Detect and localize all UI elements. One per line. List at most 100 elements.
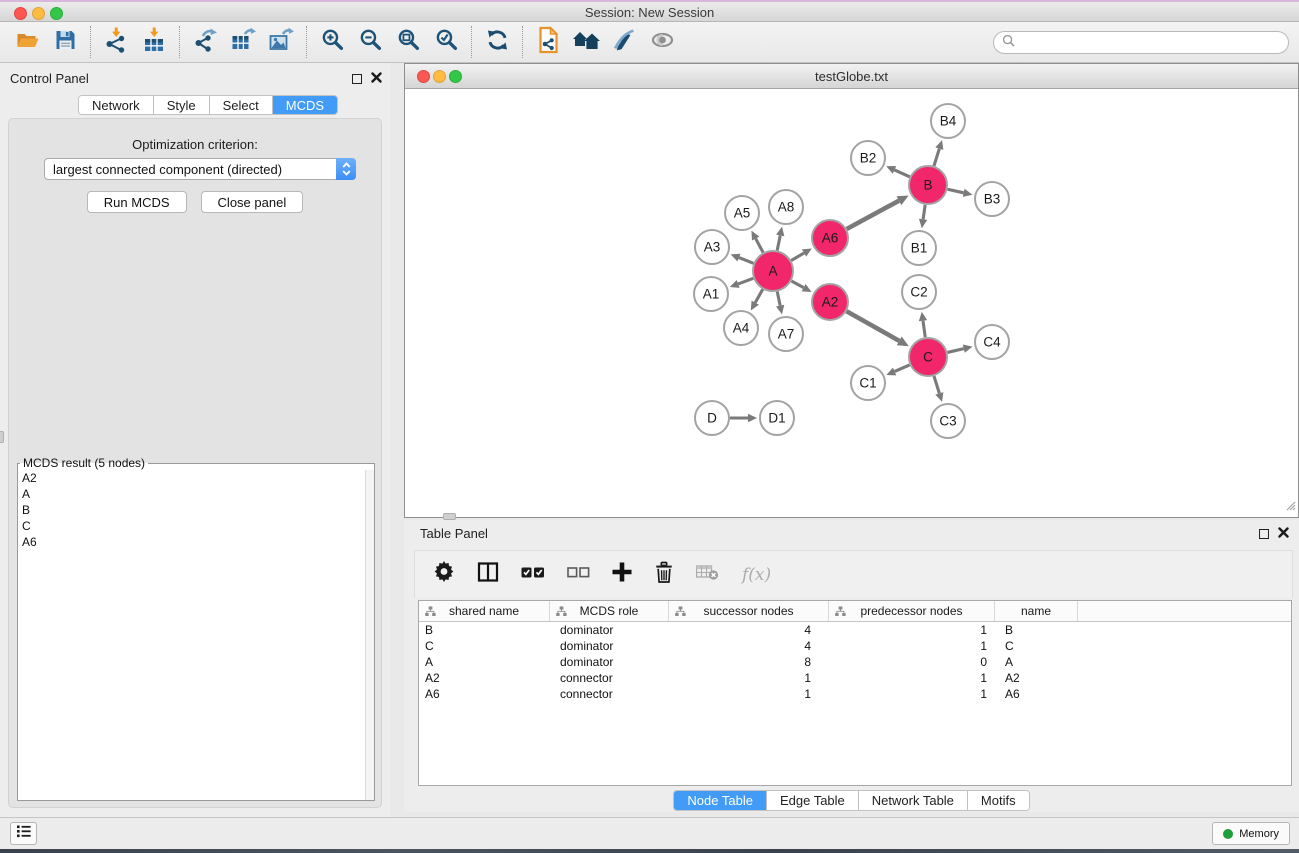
table-header-row: shared nameMCDS rolesuccessor nodesprede… xyxy=(419,601,1291,622)
deselect-all-rows-button[interactable] xyxy=(567,560,590,590)
graph-edge-C-C4[interactable] xyxy=(947,349,963,353)
search-input[interactable] xyxy=(1019,32,1288,53)
close-panel-icon[interactable] xyxy=(1278,525,1289,543)
column-header-successor-nodes[interactable]: successor nodes xyxy=(669,601,829,621)
graph-edge-arrow xyxy=(935,140,943,150)
table-cell: A xyxy=(419,654,550,670)
show-columns-button[interactable] xyxy=(477,560,499,590)
resize-grip-icon[interactable] xyxy=(1284,498,1296,516)
table-row[interactable]: A6connector11A6 xyxy=(419,686,1291,702)
close-panel-icon[interactable] xyxy=(371,70,382,88)
import-table-button[interactable] xyxy=(135,25,173,59)
open-session-button[interactable] xyxy=(8,25,46,59)
zoom-in-icon xyxy=(319,27,345,57)
column-header-name[interactable]: name xyxy=(995,601,1078,621)
export-table-button[interactable] xyxy=(224,25,262,59)
export-network-button[interactable] xyxy=(186,25,224,59)
mcds-result-list[interactable]: A2ABCA6 xyxy=(18,470,365,800)
close-panel-button[interactable]: Close panel xyxy=(201,191,304,213)
graph-edge-A-A8[interactable] xyxy=(777,235,780,250)
mcds-result-item[interactable]: C xyxy=(18,518,365,534)
zoom-out-button[interactable] xyxy=(351,25,389,59)
panel-menu-button[interactable] xyxy=(10,822,37,845)
graph-node-label: A2 xyxy=(822,295,839,310)
graph-edge-A-A2[interactable] xyxy=(791,281,803,288)
select-all-rows-button[interactable] xyxy=(521,560,545,590)
tab-network[interactable]: Network xyxy=(79,96,154,114)
graph-edge-C-C1[interactable] xyxy=(895,365,910,372)
mcds-result-item[interactable]: A xyxy=(18,486,365,502)
split-collapse-handle-bottom[interactable] xyxy=(443,513,456,520)
network-canvas[interactable]: B4B2BB3A8A5A6A3B1AC2A1A2A4A7C4CC1DD1C3 xyxy=(405,89,1298,517)
tab-motifs[interactable]: Motifs xyxy=(968,791,1029,810)
float-panel-icon[interactable] xyxy=(1259,529,1269,539)
home-button[interactable] xyxy=(567,25,605,59)
table-cell: 1 xyxy=(669,670,829,686)
graph-edge-C-C2[interactable] xyxy=(923,321,925,337)
table-row[interactable]: A2connector11A2 xyxy=(419,670,1291,686)
hide-graphics-details-button[interactable] xyxy=(605,25,643,59)
mcds-result-item[interactable]: B xyxy=(18,502,365,518)
graph-edge-A6-B[interactable] xyxy=(847,201,899,229)
graph-edge-A-A7[interactable] xyxy=(777,292,780,306)
node-table[interactable]: shared nameMCDS rolesuccessor nodesprede… xyxy=(418,600,1292,786)
table-settings-button[interactable] xyxy=(433,560,455,590)
apply-layout-button[interactable] xyxy=(478,25,516,59)
graph-edge-A-A1[interactable] xyxy=(738,278,753,284)
graph-edge-B-B3[interactable] xyxy=(948,189,964,193)
graph-node-label: C1 xyxy=(859,376,876,391)
import-table-icon xyxy=(140,27,168,58)
table-row[interactable]: Bdominator41B xyxy=(419,622,1291,638)
graph-edge-B-B4[interactable] xyxy=(934,149,939,166)
show-hide-button[interactable] xyxy=(643,25,681,59)
graph-edge-B-B1[interactable] xyxy=(923,205,925,219)
mcds-result-item[interactable]: A2 xyxy=(18,470,365,486)
graph-edge-A-A3[interactable] xyxy=(739,258,753,264)
create-column-button[interactable] xyxy=(612,560,632,590)
column-header-MCDS-role[interactable]: MCDS role xyxy=(550,601,669,621)
tab-edge-table[interactable]: Edge Table xyxy=(767,791,859,810)
zoom-in-button[interactable] xyxy=(313,25,351,59)
memory-button[interactable]: Memory xyxy=(1212,822,1290,845)
column-header-predecessor-nodes[interactable]: predecessor nodes xyxy=(829,601,995,621)
column-header-shared-name[interactable]: shared name xyxy=(419,601,550,621)
tab-select[interactable]: Select xyxy=(210,96,273,114)
tab-style[interactable]: Style xyxy=(154,96,210,114)
table-cell: dominator xyxy=(550,622,669,638)
graph-node-label: A xyxy=(768,264,777,279)
split-collapse-handle-left[interactable] xyxy=(0,431,4,443)
table-row[interactable]: Cdominator41C xyxy=(419,638,1291,654)
search-field[interactable] xyxy=(993,31,1289,54)
graph-edge-C-C3[interactable] xyxy=(934,376,939,393)
table-cell: 0 xyxy=(829,654,995,670)
network-from-file-button[interactable] xyxy=(529,25,567,59)
checked-boxes-icon xyxy=(521,565,545,585)
delete-column-button[interactable] xyxy=(654,560,674,590)
mcds-list-scrollbar[interactable] xyxy=(365,470,374,800)
tab-node-table[interactable]: Node Table xyxy=(674,791,767,810)
export-image-button[interactable] xyxy=(262,25,300,59)
graph-edge-A-A5[interactable] xyxy=(756,239,763,253)
zoom-selected-button[interactable] xyxy=(427,25,465,59)
table-cell: C xyxy=(995,638,1078,654)
tab-mcds[interactable]: MCDS xyxy=(273,96,337,114)
import-network-button[interactable] xyxy=(97,25,135,59)
network-frame-titlebar[interactable]: testGlobe.txt xyxy=(405,64,1298,89)
mcds-result-item[interactable]: A6 xyxy=(18,534,365,550)
run-mcds-button[interactable]: Run MCDS xyxy=(87,191,187,213)
graph-edge-A2-C[interactable] xyxy=(847,311,900,341)
graph-node-label: A6 xyxy=(822,231,839,246)
float-panel-icon[interactable] xyxy=(352,74,362,84)
graph-edge-arrow xyxy=(919,312,927,321)
graph-node-label: A8 xyxy=(778,200,795,215)
table-cell: B xyxy=(995,622,1078,638)
tab-network-table[interactable]: Network Table xyxy=(859,791,968,810)
graph-edge-A-A4[interactable] xyxy=(755,289,763,302)
graph-edge-B-B2[interactable] xyxy=(894,170,909,177)
table-row[interactable]: Adominator80A xyxy=(419,654,1291,670)
criterion-select[interactable]: largest connected component (directed) xyxy=(44,158,356,180)
save-session-button[interactable] xyxy=(46,25,84,59)
import-network-icon xyxy=(102,27,130,58)
zoom-fit-button[interactable] xyxy=(389,25,427,59)
graph-edge-A-A6[interactable] xyxy=(791,253,804,260)
